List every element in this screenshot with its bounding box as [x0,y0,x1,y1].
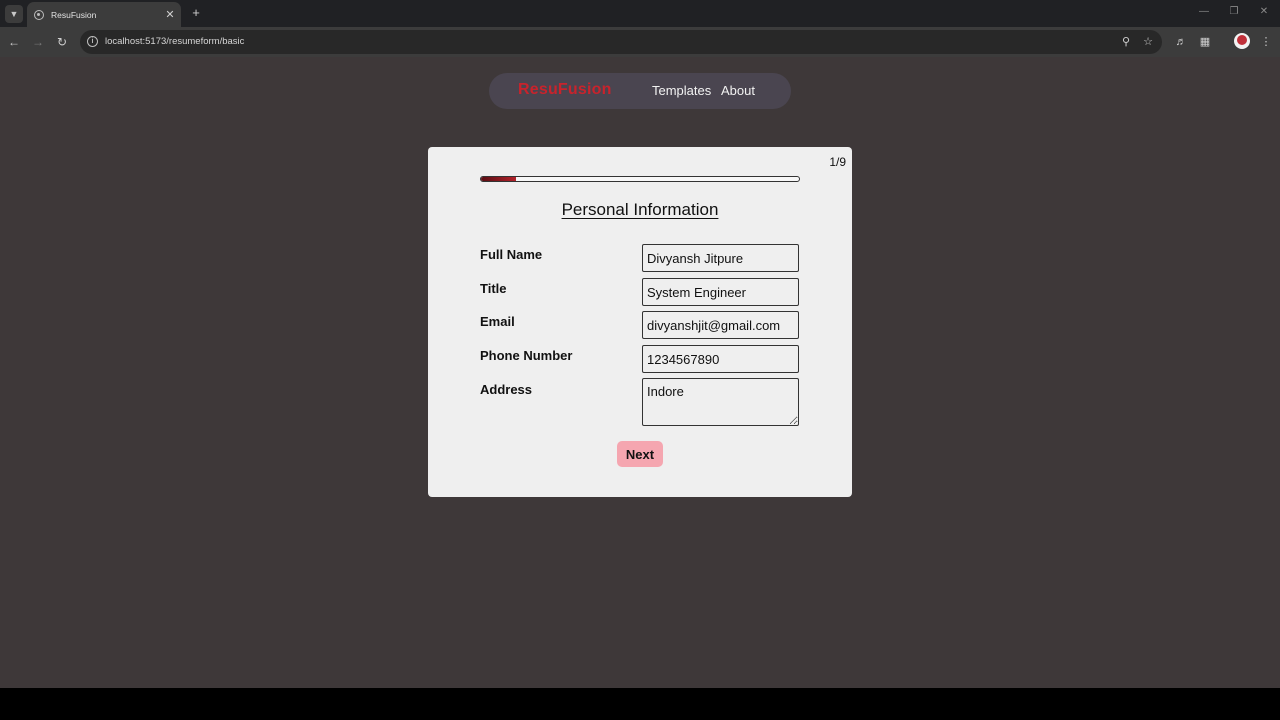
taskbar-strip [0,688,1280,720]
url-text: localhost:5173/resumeform/basic [105,36,245,47]
address-textarea[interactable]: Indore [642,378,799,426]
more-menu-icon[interactable]: ⋮ [1258,34,1274,50]
email-label: Email [480,314,515,329]
browser-tab[interactable]: ResuFusion ✕ [27,2,181,27]
info-icon[interactable]: i [87,36,98,47]
forward-icon[interactable]: → [30,34,46,50]
tab-title: ResuFusion [51,9,97,20]
phone-number-label: Phone Number [480,348,573,363]
extensions-icon[interactable]: ▦ [1197,34,1213,50]
new-tab-icon[interactable]: + [188,5,204,21]
site-navbar: ResuFusion Templates About [489,73,791,109]
globe-icon [34,9,44,20]
full-name-input[interactable] [642,244,799,272]
resume-form-card: 1/9 Personal Information Full Name Title… [428,147,852,497]
title-input[interactable] [642,278,799,306]
reload-icon[interactable]: ↻ [54,34,70,50]
progress-bar [480,176,800,182]
browser-tab-bar: ▼ ResuFusion ✕ + — ❐ ✕ [0,0,1280,27]
full-name-label: Full Name [480,247,543,262]
media-control-icon[interactable]: ♬ [1173,34,1189,50]
address-bar[interactable]: i localhost:5173/resumeform/basic ⚲ ☆ [80,30,1162,54]
bookmark-star-icon[interactable]: ☆ [1140,34,1156,50]
tab-search-icon[interactable]: ▼ [5,5,23,23]
form-title: Personal Information [561,200,719,219]
progress-fill [481,177,516,181]
back-icon[interactable]: ← [6,34,22,50]
nav-link-about[interactable]: About [721,83,755,98]
page-viewport: ResuFusion Templates About 1/9 Personal … [0,57,1280,688]
address-label: Address [480,382,533,397]
close-tab-icon[interactable]: ✕ [162,8,178,21]
browser-toolbar: ← → ↻ i localhost:5173/resumeform/basic … [0,27,1280,57]
window-close-icon[interactable]: ✕ [1254,6,1274,17]
restore-icon[interactable]: ❐ [1224,6,1244,17]
profile-avatar[interactable] [1234,33,1250,49]
phone-number-input[interactable] [642,345,799,373]
nav-link-templates[interactable]: Templates [652,83,711,98]
zoom-icon[interactable]: ⚲ [1118,34,1134,50]
minimize-icon[interactable]: — [1194,6,1214,17]
email-input[interactable] [642,311,799,339]
title-label: Title [480,281,507,296]
brand-logo[interactable]: ResuFusion [518,81,612,99]
next-button[interactable]: Next [617,441,663,467]
step-indicator: 1/9 [829,155,846,169]
